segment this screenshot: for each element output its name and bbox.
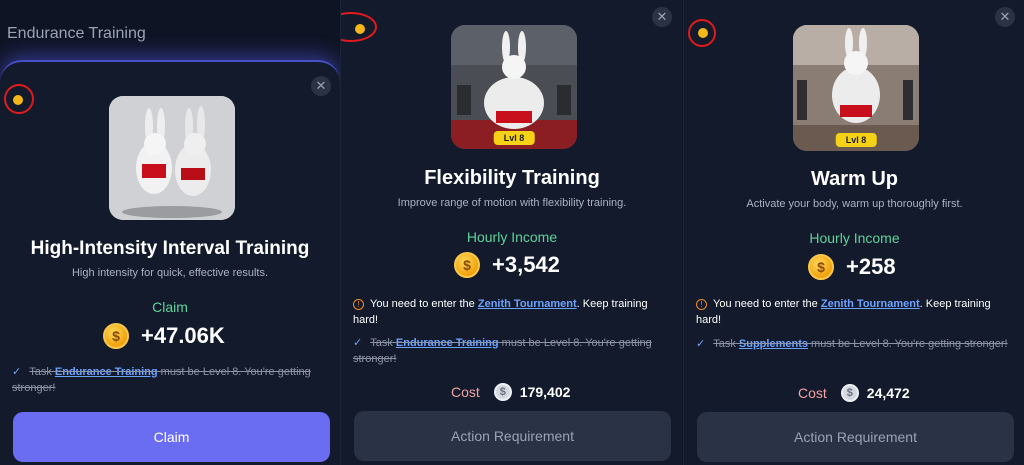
- hiit-panel: Endurance Training ✕ High-Intensity Inte…: [0, 0, 340, 465]
- warm-up-card-image: Lvl 8: [793, 25, 919, 151]
- highlight-ring: [688, 19, 716, 47]
- task-requirement: ✓ Task Endurance Training must be Level 8…: [353, 335, 671, 367]
- cost-row: Cost $ 24,472: [798, 384, 910, 402]
- check-icon: ✓: [696, 338, 706, 350]
- level-badge: Lvl 8: [835, 133, 877, 147]
- warning-icon: !: [696, 298, 707, 310]
- silver-coin-icon: $: [493, 383, 512, 401]
- task-prefix: Task: [370, 337, 393, 349]
- card-description: Activate your body, warm up thoroughly f…: [746, 198, 963, 210]
- card-heading: High-Intensity Interval Training: [30, 238, 310, 259]
- check-icon: ✓: [353, 337, 363, 349]
- zenith-tournament-link[interactable]: Zenith Tournament: [821, 298, 920, 310]
- card-heading: Warm Up: [810, 168, 899, 190]
- cost-label: Cost: [798, 385, 827, 401]
- claim-label: Claim: [152, 299, 188, 315]
- gold-coin-icon: $: [103, 323, 129, 349]
- cost-value: 24,472: [866, 385, 910, 401]
- task-link[interactable]: Endurance Training: [396, 337, 499, 349]
- check-icon: ✓: [12, 366, 22, 378]
- task-suffix: must be Level 8. You're getting stronger…: [811, 338, 1008, 350]
- gold-coin-icon: $: [808, 254, 834, 280]
- action-requirement-button[interactable]: Action Requirement: [354, 411, 671, 461]
- zenith-tournament-link[interactable]: Zenith Tournament: [478, 298, 577, 310]
- task-prefix: Task: [713, 338, 736, 350]
- claim-amount-row: $ +47.06K: [103, 323, 225, 349]
- warm-up-panel: ✕ Lvl 8 Warm Up Activate your body, warm…: [683, 0, 1024, 465]
- flexibility-panel: ✕ Lvl 8 Flexibility Training Improve ran…: [340, 0, 682, 465]
- hiit-card-image: [109, 96, 235, 220]
- hourly-income-label: Hourly Income: [466, 229, 558, 245]
- highlight-ring: [341, 12, 377, 42]
- tournament-notice: ! You need to enter the Zenith Tournament…: [353, 296, 671, 328]
- card-description: High intensity for quick, effective resu…: [71, 267, 269, 279]
- task-requirement: ✓ Task Supplements must be Level 8. You'r…: [696, 336, 1014, 352]
- warning-icon: !: [353, 298, 364, 310]
- flexibility-card-image: Lvl 8: [451, 25, 577, 149]
- page-title: Endurance Training: [7, 25, 146, 42]
- card-description: Improve range of motion with flexibility…: [397, 197, 627, 209]
- notice-prefix: You need to enter the: [713, 298, 818, 310]
- hourly-income-label: Hourly Income: [809, 230, 900, 246]
- notice-prefix: You need to enter the: [370, 298, 475, 310]
- rabbits-fighting-icon: [109, 96, 235, 220]
- task-link[interactable]: Endurance Training: [55, 366, 158, 378]
- gold-coin-icon: $: [454, 252, 480, 278]
- hourly-income-amount: +3,542: [492, 252, 560, 277]
- cost-row: Cost $ 179,402: [451, 383, 570, 401]
- task-prefix: Task: [29, 366, 52, 378]
- claim-button[interactable]: Claim: [13, 412, 330, 462]
- level-badge: Lvl 8: [493, 131, 535, 145]
- hourly-income-row: $ +3,542: [454, 252, 560, 278]
- cost-value: 179,402: [519, 384, 571, 400]
- close-icon[interactable]: ✕: [995, 7, 1015, 27]
- tournament-notice: ! You need to enter the Zenith Tournament…: [696, 296, 1014, 328]
- action-requirement-button[interactable]: Action Requirement: [697, 412, 1014, 462]
- card-heading: Flexibility Training: [424, 167, 600, 189]
- hourly-income-row: $ +258: [808, 254, 896, 280]
- close-icon[interactable]: ✕: [652, 7, 672, 27]
- hourly-income-amount: +258: [846, 254, 896, 279]
- silver-coin-icon: $: [840, 384, 859, 402]
- highlight-ring: [4, 84, 34, 114]
- claim-amount: +47.06K: [141, 323, 225, 348]
- hiit-sheet: ✕ High-Intensity Interval Training High …: [0, 60, 340, 465]
- cost-label: Cost: [451, 384, 480, 400]
- close-icon[interactable]: ✕: [311, 76, 331, 96]
- task-link[interactable]: Supplements: [739, 338, 808, 350]
- task-requirement: ✓ Task Endurance Training must be Level 8…: [12, 364, 332, 396]
